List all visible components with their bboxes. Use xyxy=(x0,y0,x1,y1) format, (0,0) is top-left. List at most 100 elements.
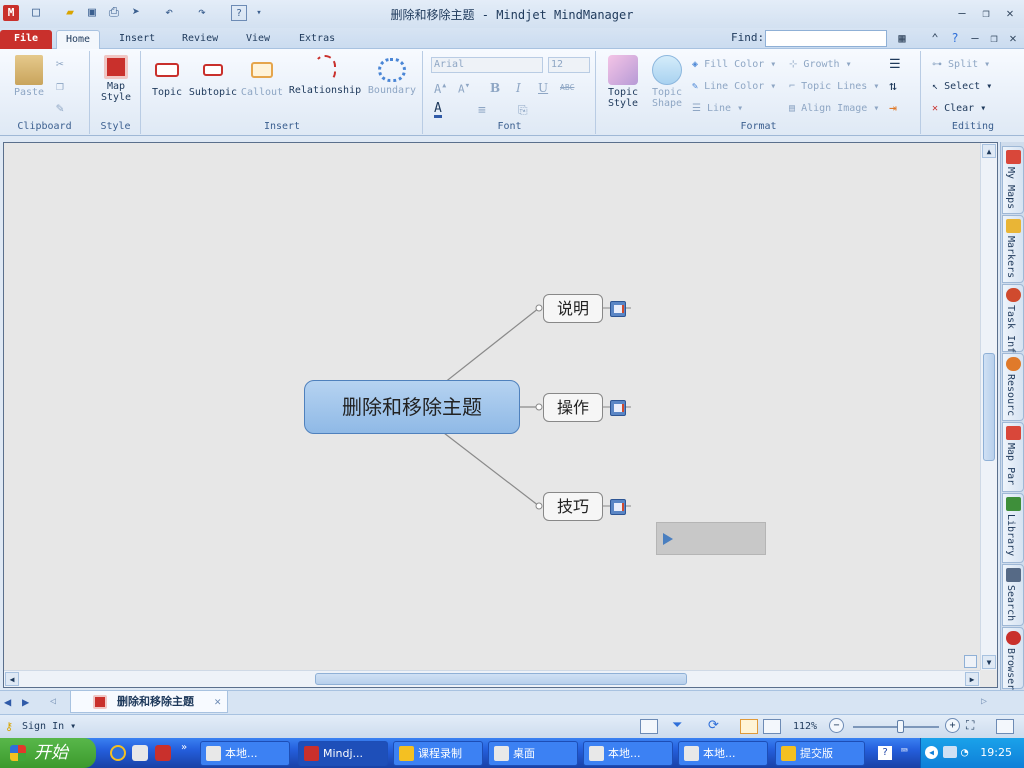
scroll-down-icon[interactable]: ▼ xyxy=(982,655,996,669)
find-options-icon[interactable]: ▦ xyxy=(893,30,911,46)
zoom-out-icon[interactable]: − xyxy=(829,718,844,733)
sidebar-tab-search[interactable]: Search xyxy=(1002,564,1024,626)
sidebar-tab-task-info[interactable]: Task Inf xyxy=(1002,284,1024,353)
close-tab-icon[interactable]: ✕ xyxy=(214,691,221,713)
restore-icon[interactable]: ❐ xyxy=(977,5,995,21)
browser-quicklaunch-icon[interactable] xyxy=(132,745,148,761)
underline-button[interactable]: U xyxy=(538,81,548,95)
map-style-button[interactable]: Map Style xyxy=(94,55,138,103)
subtopic-tips[interactable]: 技巧 xyxy=(543,492,603,521)
subtopic-button[interactable]: Subtopic xyxy=(188,55,238,98)
topic-button[interactable]: Topic xyxy=(148,55,186,98)
topic-shape-button[interactable]: Topic Shape xyxy=(645,55,689,109)
tab-review[interactable]: Review xyxy=(173,30,227,49)
shrink-font-icon[interactable]: A▾ xyxy=(458,80,470,96)
align-icon[interactable]: ≡ xyxy=(478,103,486,118)
map-view-icon[interactable] xyxy=(740,719,758,734)
italic-button[interactable]: I xyxy=(516,81,521,95)
format-painter-icon[interactable]: ✎ xyxy=(56,101,64,116)
strikethrough-button[interactable]: ABC xyxy=(560,83,574,92)
doc-close-icon[interactable]: ✕ xyxy=(1004,30,1022,46)
grow-font-icon[interactable]: A▴ xyxy=(434,80,447,96)
boundary-button[interactable]: Boundary xyxy=(364,55,420,96)
subtopic-explanation[interactable]: 说明 xyxy=(543,294,603,323)
play-arrow-icon[interactable] xyxy=(663,533,673,545)
indent-icon[interactable]: ⇥ xyxy=(889,101,897,116)
taskbar-item[interactable]: 课程录制 xyxy=(393,741,483,766)
sidebar-tab-map-parts[interactable]: Map Par xyxy=(1002,422,1024,492)
horizontal-scroll-thumb[interactable] xyxy=(315,673,687,685)
central-topic[interactable]: 删除和移除主题 xyxy=(304,380,520,434)
volume-icon[interactable]: ◔ xyxy=(961,745,968,759)
topic-style-button[interactable]: Topic Style xyxy=(603,55,643,109)
font-color-icon[interactable]: A xyxy=(434,102,442,118)
select-button[interactable]: ↖ Select ▾ xyxy=(932,81,992,92)
clear-button[interactable]: ✕ Clear ▾ xyxy=(932,103,986,114)
copy-icon[interactable]: ❐ xyxy=(56,79,64,94)
subtopic-operation[interactable]: 操作 xyxy=(543,393,603,422)
font-name-select[interactable]: Arial xyxy=(431,57,543,73)
tab-view[interactable]: View xyxy=(237,30,279,49)
nav-back-icon[interactable]: ◀ xyxy=(4,695,11,709)
notes-icon[interactable] xyxy=(610,400,626,416)
sign-in-button[interactable]: Sign In ▾ xyxy=(22,721,76,732)
tab-scroll-left-icon[interactable]: ◁ xyxy=(50,696,56,707)
vertical-scrollbar[interactable]: ▲ ▼ xyxy=(980,143,997,670)
relationship-button[interactable]: Relationship xyxy=(288,55,362,96)
notes-icon[interactable] xyxy=(610,301,626,317)
tab-extras[interactable]: Extras xyxy=(290,30,344,49)
line-button[interactable]: ☰ Line ▾ xyxy=(692,103,743,114)
sidebar-tab-browser[interactable]: Browser xyxy=(1002,627,1024,690)
topic-lines-button[interactable]: ⌐ Topic Lines ▾ xyxy=(789,81,879,92)
line-color-button[interactable]: ✎ Line Color ▾ xyxy=(692,81,776,92)
sidebar-tab-my-maps[interactable]: My Maps xyxy=(1002,146,1024,214)
zoom-in-icon[interactable]: + xyxy=(945,718,960,733)
taskbar-item[interactable]: 本地... xyxy=(678,741,768,766)
tab-home[interactable]: Home xyxy=(56,30,101,49)
font-size-select[interactable]: 12 xyxy=(548,57,590,73)
level-icon[interactable]: ⟳ xyxy=(708,718,719,733)
start-button[interactable]: 开始 xyxy=(0,738,96,768)
document-tab[interactable]: 删除和移除主题 ✕ xyxy=(70,691,228,713)
taskbar-item[interactable]: 本地... xyxy=(200,741,290,766)
floating-panel[interactable] xyxy=(656,522,766,555)
doc-minimize-icon[interactable]: — xyxy=(966,30,984,46)
filter-icon[interactable]: ⏷ xyxy=(672,718,682,733)
format-copy-icon[interactable]: ⎘ xyxy=(518,103,528,118)
doc-restore-icon[interactable]: ❐ xyxy=(985,30,1003,46)
scroll-right-icon[interactable]: ▶ xyxy=(965,672,979,686)
tray-expand-icon[interactable]: ◀ xyxy=(925,746,938,759)
outline-view-icon[interactable] xyxy=(763,719,781,734)
quicklaunch-more-icon[interactable]: » xyxy=(181,742,187,753)
scroll-up-icon[interactable]: ▲ xyxy=(982,144,996,158)
fill-color-button[interactable]: ◈ Fill Color ▾ xyxy=(692,59,776,70)
vertical-scroll-thumb[interactable] xyxy=(983,353,995,461)
fit-page-icon[interactable]: ⛶ xyxy=(966,718,974,733)
taskbar-item-active[interactable]: Mindj... xyxy=(298,741,388,766)
paste-button[interactable]: Paste xyxy=(8,55,50,98)
help-tray-icon[interactable]: ? xyxy=(878,746,892,760)
bold-button[interactable]: B xyxy=(490,81,500,95)
cut-icon[interactable]: ✂ xyxy=(56,57,64,72)
split-button[interactable]: ⊶ Split ▾ xyxy=(932,59,990,70)
taskbar-item[interactable]: 提交版 xyxy=(775,741,865,766)
find-input[interactable] xyxy=(765,30,887,47)
tab-scroll-right-icon[interactable]: ▷ xyxy=(981,696,987,707)
numbering-icon[interactable]: ⇅ xyxy=(889,79,897,94)
growth-button[interactable]: ⊹ Growth ▾ xyxy=(789,59,852,70)
tab-insert[interactable]: Insert xyxy=(110,30,164,49)
callout-button[interactable]: Callout xyxy=(240,55,284,98)
fit-map-icon[interactable] xyxy=(964,655,977,668)
sidebar-tab-library[interactable]: Library xyxy=(1002,493,1024,563)
scroll-left-icon[interactable]: ◀ xyxy=(5,672,19,686)
ribbon-collapse-icon[interactable]: ⌃ xyxy=(926,30,944,46)
zoom-slider-thumb[interactable] xyxy=(896,720,904,733)
ie-icon[interactable] xyxy=(110,745,126,761)
close-icon[interactable]: ✕ xyxy=(1001,5,1019,21)
language-icon[interactable]: ⌨ xyxy=(901,744,908,757)
view-mode-icon[interactable] xyxy=(640,719,658,734)
nav-forward-icon[interactable]: ▶ xyxy=(22,695,29,709)
minimize-icon[interactable]: — xyxy=(953,5,971,21)
network-icon[interactable] xyxy=(943,746,957,758)
horizontal-scrollbar[interactable]: ◀ ▶ xyxy=(4,670,980,687)
